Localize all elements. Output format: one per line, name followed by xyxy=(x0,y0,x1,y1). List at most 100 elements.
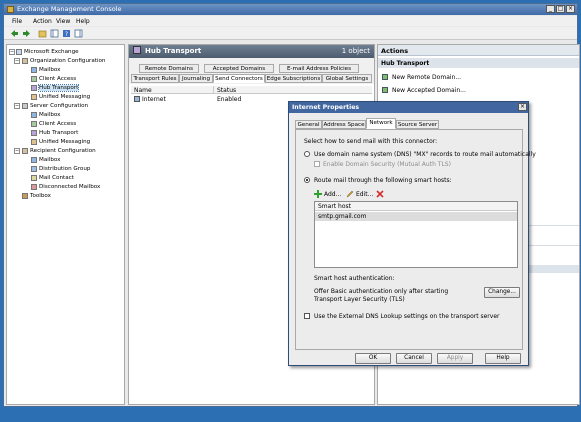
external-dns-checkbox[interactable] xyxy=(304,313,310,319)
unified-messaging-icon xyxy=(31,138,37,145)
dialog-close-button[interactable]: × xyxy=(518,103,527,111)
dialog-tab-source-server[interactable]: Source Server xyxy=(396,120,439,129)
tab-send-connectors[interactable]: Send Connectors xyxy=(213,74,265,83)
ok-button[interactable]: OK xyxy=(355,353,391,364)
client-access-icon xyxy=(31,120,37,127)
menu-help[interactable]: Help xyxy=(76,18,90,25)
toolbar: ? xyxy=(4,27,577,40)
tab-global-settings[interactable]: Global Settings xyxy=(322,74,372,83)
disconnected-mailbox-icon xyxy=(31,183,37,190)
contact-icon xyxy=(31,174,37,181)
auth-description: Offer Basic authentication only after st… xyxy=(314,288,449,303)
internet-properties-dialog: Internet Properties × General Address Sp… xyxy=(288,101,536,366)
maximize-button[interactable]: □ xyxy=(556,5,565,13)
network-tab-panel: Select how to send mail with this connec… xyxy=(295,129,536,350)
app-icon xyxy=(7,6,14,13)
list-header: Name Status xyxy=(131,86,372,94)
tab-remote-domains[interactable]: Remote Domains xyxy=(139,64,199,73)
show-hide-pane-icon[interactable] xyxy=(74,29,83,38)
hub-transport-icon xyxy=(133,46,141,54)
tree-recipient-mailbox[interactable]: Mailbox xyxy=(31,156,60,164)
hub-transport-icon xyxy=(31,84,37,91)
apply-button[interactable]: Apply xyxy=(437,353,473,364)
collapse-server-icon[interactable]: − xyxy=(14,103,20,109)
tree-recipient-mail-contact[interactable]: Mail Contact xyxy=(31,174,74,182)
object-count: 1 object xyxy=(341,47,370,55)
menu-bar: File Action View Help xyxy=(4,16,577,26)
tab-email-address-policies[interactable]: E-mail Address Policies xyxy=(279,64,359,73)
dns-mx-radio[interactable] xyxy=(304,151,310,157)
smart-host-label: Route mail through the following smart h… xyxy=(314,177,452,184)
unified-messaging-icon xyxy=(31,93,37,100)
tree-server-hub-transport[interactable]: Hub Transport xyxy=(31,129,78,137)
toolbox-icon xyxy=(22,192,28,199)
list-item[interactable]: smtp.gmail.com xyxy=(315,212,517,221)
tab-edge-subscriptions[interactable]: Edge Subscriptions xyxy=(265,74,322,83)
dialog-tab-general[interactable]: General xyxy=(295,120,322,129)
collapse-root-icon[interactable]: − xyxy=(9,49,15,55)
collapse-org-icon[interactable]: − xyxy=(14,58,20,64)
console-tree-icon[interactable] xyxy=(50,29,59,38)
mailbox-icon xyxy=(31,111,37,118)
tree-server-client-access[interactable]: Client Access xyxy=(31,120,76,128)
mailbox-icon xyxy=(31,66,37,73)
mailbox-icon xyxy=(31,156,37,163)
tree-organization-configuration[interactable]: Organization Configuration xyxy=(22,57,105,65)
window-title: Exchange Management Console xyxy=(17,5,122,13)
dialog-tab-network[interactable]: Network xyxy=(366,118,396,129)
help-icon[interactable]: ? xyxy=(62,29,71,38)
domain-security-checkbox[interactable] xyxy=(314,161,320,167)
tree-server-configuration[interactable]: Server Configuration xyxy=(22,102,88,110)
actions-header: Actions xyxy=(378,45,579,56)
smart-host-column-header[interactable]: Smart host xyxy=(315,202,517,211)
change-button[interactable]: Change... xyxy=(484,287,520,298)
tree-toolbox[interactable]: Toolbox xyxy=(22,192,51,200)
tree-org-client-access[interactable]: Client Access xyxy=(31,75,76,83)
result-pane-header: Hub Transport 1 object xyxy=(129,45,374,58)
connector-name: Internet xyxy=(142,96,166,103)
tree-org-unified-messaging[interactable]: Unified Messaging xyxy=(31,93,90,101)
dialog-title: Internet Properties xyxy=(292,104,360,111)
tab-accepted-domains[interactable]: Accepted Domains xyxy=(204,64,274,73)
new-icon xyxy=(382,87,388,93)
svg-text:?: ? xyxy=(65,31,68,38)
menu-action[interactable]: Action xyxy=(33,18,52,25)
up-folder-icon[interactable] xyxy=(38,29,47,38)
minimize-button[interactable]: _ xyxy=(546,5,555,13)
tree-org-mailbox[interactable]: Mailbox xyxy=(31,66,60,74)
tree-recipient-disconnected-mailbox[interactable]: Disconnected Mailbox xyxy=(31,183,100,191)
help-button[interactable]: Help xyxy=(485,353,521,364)
remove-icon[interactable] xyxy=(376,190,384,198)
group-icon xyxy=(31,165,37,172)
column-status[interactable]: Status xyxy=(217,87,236,94)
smart-host-list[interactable]: Smart host smtp.gmail.com xyxy=(314,201,518,268)
tree-org-hub-transport[interactable]: Hub Transport xyxy=(31,84,80,92)
tree-server-unified-messaging[interactable]: Unified Messaging xyxy=(31,138,90,146)
connector-status: Enabled xyxy=(217,96,242,103)
close-button[interactable]: × xyxy=(566,5,575,13)
external-dns-label: Use the External DNS Lookup settings on … xyxy=(314,313,500,320)
tree-server-mailbox[interactable]: Mailbox xyxy=(31,111,60,119)
connector-prompt: Select how to send mail with this connec… xyxy=(304,138,438,145)
back-icon[interactable] xyxy=(10,29,19,38)
tree-microsoft-exchange[interactable]: Microsoft Exchange xyxy=(16,48,79,56)
column-divider xyxy=(213,86,214,94)
cancel-button[interactable]: Cancel xyxy=(396,353,432,364)
forward-icon[interactable] xyxy=(22,29,31,38)
collapse-recipient-icon[interactable]: − xyxy=(14,148,20,154)
column-name[interactable]: Name xyxy=(134,87,152,94)
menu-view[interactable]: View xyxy=(56,18,70,25)
exchange-icon xyxy=(16,48,22,55)
smart-host-radio[interactable] xyxy=(304,177,310,183)
dialog-tab-address-space[interactable]: Address Space xyxy=(322,120,366,129)
tree-recipient-configuration[interactable]: Recipient Configuration xyxy=(22,147,96,155)
edit-icon xyxy=(346,190,354,198)
domain-security-label: Enable Domain Security (Mutual Auth TLS) xyxy=(323,161,451,168)
tab-journaling[interactable]: Journaling xyxy=(179,74,213,83)
auth-label: Smart host authentication: xyxy=(314,275,395,282)
result-pane-title: Hub Transport xyxy=(145,47,202,55)
tree-recipient-distribution-group[interactable]: Distribution Group xyxy=(31,165,90,173)
menu-file[interactable]: File xyxy=(12,18,22,25)
tab-transport-rules[interactable]: Transport Rules xyxy=(131,74,179,83)
folder-icon xyxy=(22,57,28,64)
